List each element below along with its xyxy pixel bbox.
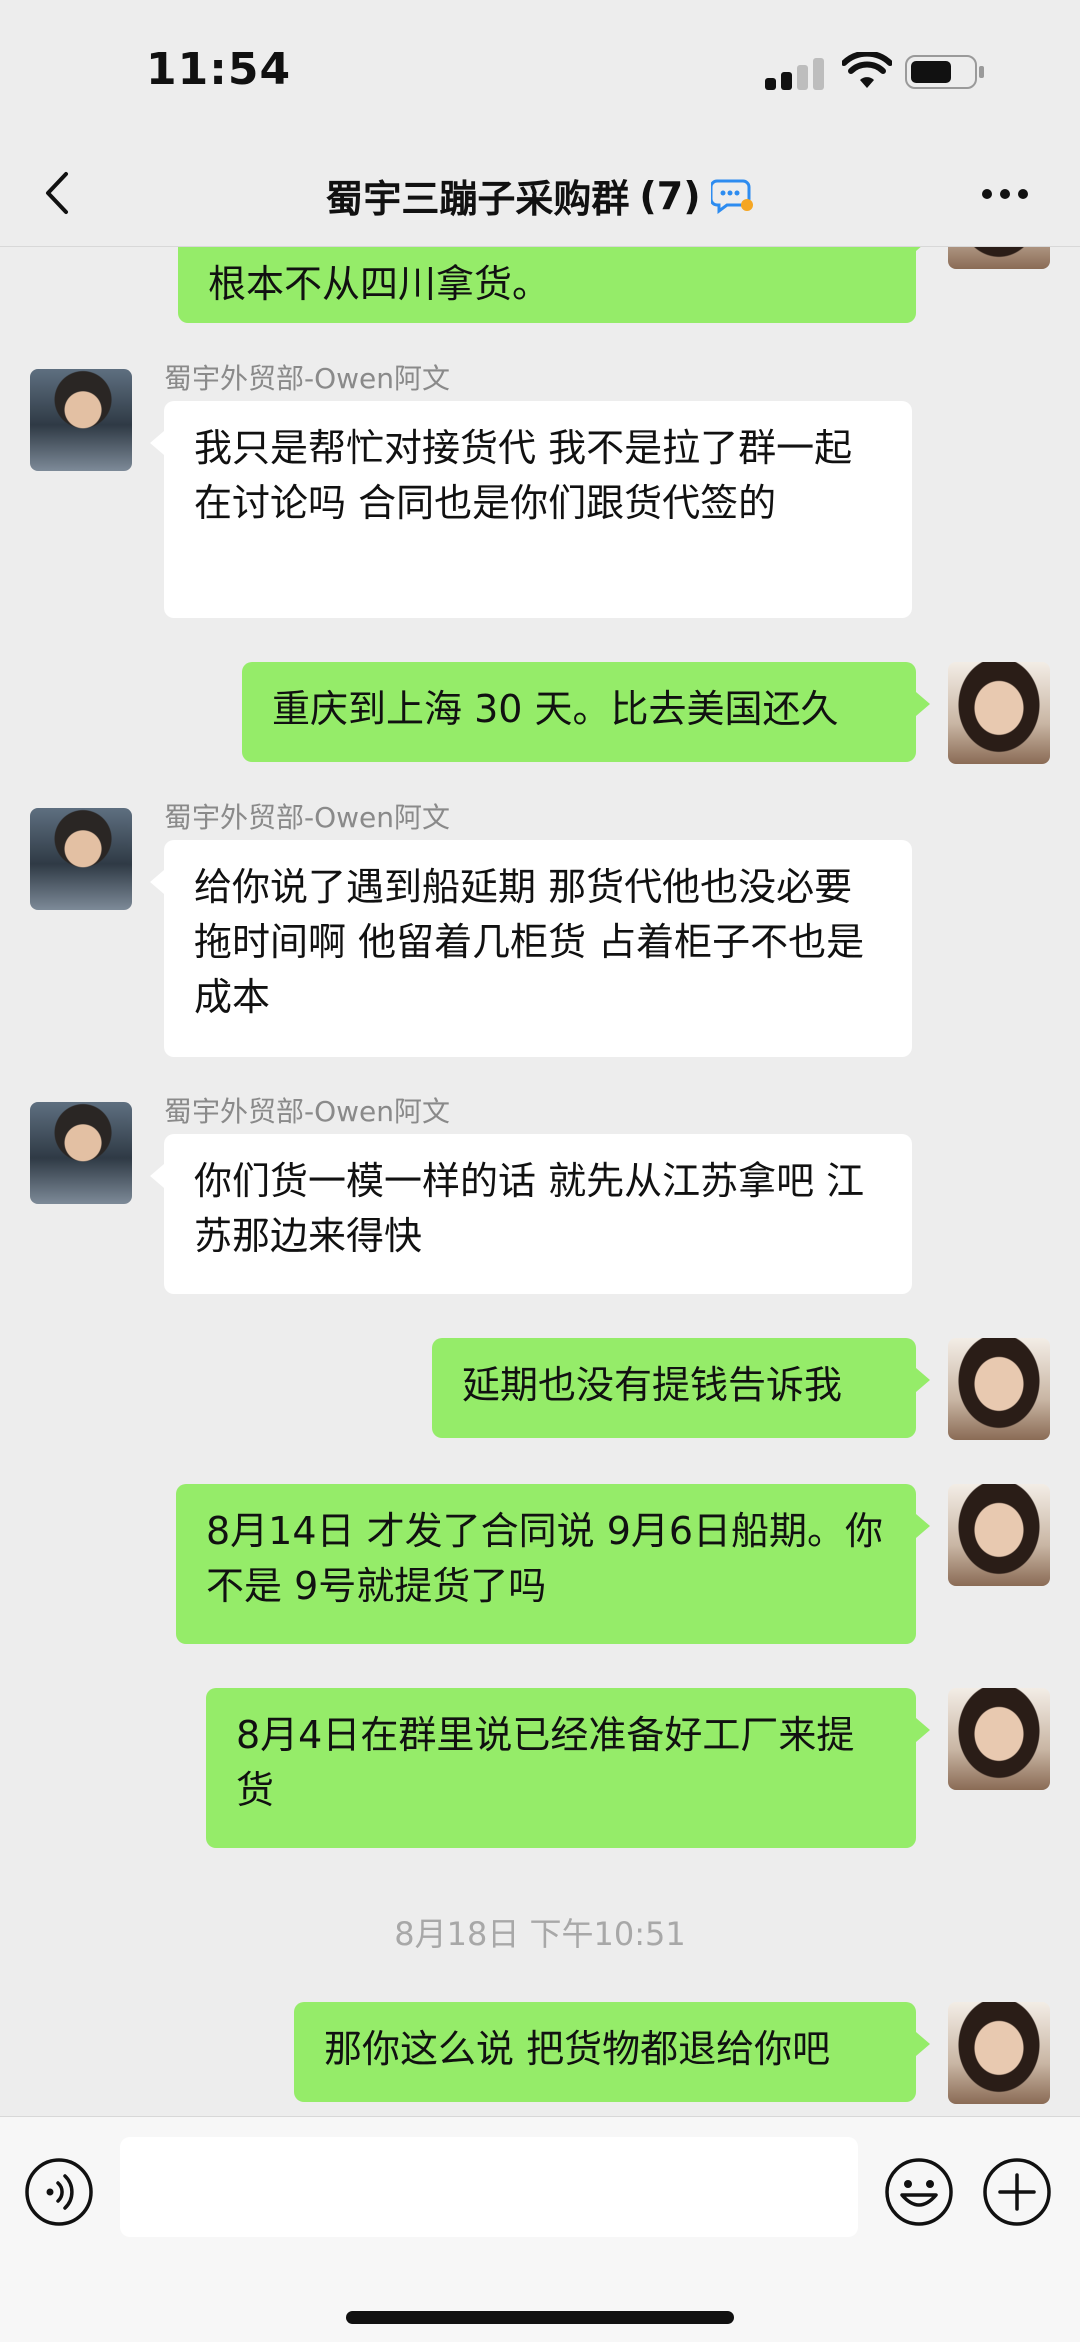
chat-title: 蜀宇三蹦子采购群 (7) bbox=[0, 168, 1080, 223]
avatar[interactable] bbox=[30, 369, 132, 471]
message-timestamp: 8月18日 下午10:51 bbox=[394, 1915, 686, 1953]
group-chat-icon bbox=[710, 179, 753, 214]
message-bubble[interactable]: 重庆到上海 30 天。比去美国还久 bbox=[242, 662, 930, 762]
battery-icon bbox=[905, 55, 984, 89]
avatar[interactable] bbox=[948, 1484, 1050, 1586]
wifi-icon bbox=[842, 52, 892, 88]
status-bar: 11:54 bbox=[0, 0, 1080, 140]
group-name: 蜀宇三蹦子采购群 bbox=[325, 177, 630, 221]
avatar[interactable] bbox=[30, 1102, 132, 1204]
message-input[interactable] bbox=[120, 2137, 858, 2237]
message-bubble[interactable]: 8月14日 才发了合同说 9月6日船期。你不是 9号就提货了吗 bbox=[176, 1484, 930, 1644]
home-indicator[interactable] bbox=[346, 2311, 734, 2324]
avatar[interactable] bbox=[948, 2002, 1050, 2104]
chat-header: 蜀宇三蹦子采购群 (7) bbox=[0, 140, 1080, 247]
message-bubble[interactable]: 我只是帮忙对接货代 我不是拉了群一起在讨论吗 合同也是你们跟货代签的 bbox=[150, 401, 912, 618]
avatar[interactable] bbox=[30, 808, 132, 910]
message-bubble[interactable]: 延期也没有提钱告诉我 bbox=[432, 1338, 930, 1438]
sender-name: 蜀宇外贸部-Owen阿文 bbox=[164, 801, 451, 834]
message-list[interactable]: 根本不从四川拿货。 蜀宇外贸部-Owen阿文 我只是帮忙对接货代 我不是拉了群一… bbox=[0, 247, 1080, 2115]
message-bubble[interactable]: 8月4日在群里说已经准备好工厂来提货 bbox=[206, 1688, 930, 1848]
message-bubble[interactable]: 你们货一模一样的话 就先从江苏拿吧 江苏那边来得快 bbox=[150, 1134, 912, 1294]
avatar[interactable] bbox=[948, 1688, 1050, 1790]
status-time: 11:54 bbox=[146, 44, 292, 95]
voice-icon[interactable] bbox=[24, 2157, 94, 2227]
cellular-signal-icon bbox=[765, 58, 835, 90]
sender-name: 蜀宇外贸部-Owen阿文 bbox=[164, 1095, 451, 1128]
input-bar bbox=[0, 2116, 1080, 2342]
avatar[interactable] bbox=[948, 247, 1050, 269]
avatar[interactable] bbox=[948, 662, 1050, 764]
emoji-icon[interactable] bbox=[884, 2157, 954, 2227]
message-bubble[interactable]: 根本不从四川拿货。 bbox=[178, 247, 930, 323]
sender-name: 蜀宇外贸部-Owen阿文 bbox=[164, 362, 451, 395]
more-icon[interactable] bbox=[980, 184, 1030, 204]
message-bubble[interactable]: 给你说了遇到船延期 那货代他也没必要拖时间啊 他留着几柜货 占着柜子不也是成本 bbox=[150, 840, 912, 1057]
avatar[interactable] bbox=[948, 1338, 1050, 1440]
message-bubble[interactable]: 那你这么说 把货物都退给你吧 bbox=[294, 2002, 930, 2102]
plus-icon[interactable] bbox=[982, 2157, 1052, 2227]
member-count: (7) bbox=[639, 173, 701, 218]
